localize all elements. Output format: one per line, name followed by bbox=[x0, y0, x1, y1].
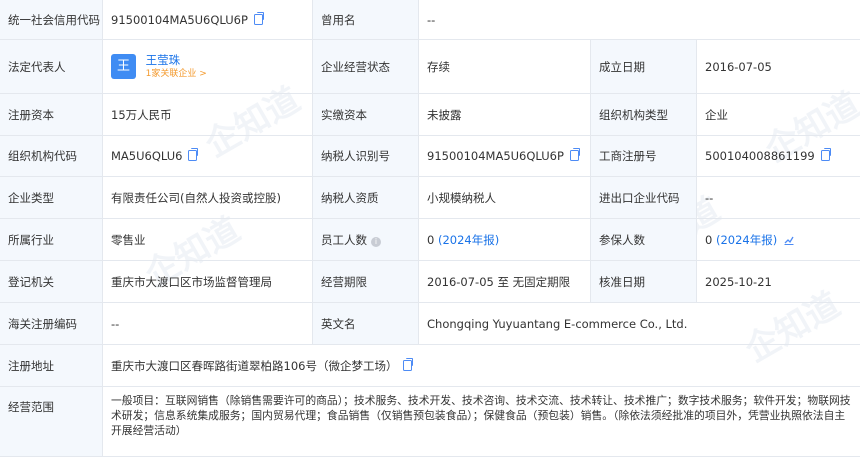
copy-icon[interactable] bbox=[254, 14, 263, 25]
scope-label: 经营范围 bbox=[0, 387, 103, 457]
authority-label: 登记机关 bbox=[0, 261, 103, 303]
insured-cell: 0 (2024年报) bbox=[697, 219, 860, 261]
staff-report-link[interactable]: (2024年报) bbox=[438, 233, 499, 247]
legal-rep-cell: 王 王莹珠 1家关联企业 > bbox=[103, 40, 313, 94]
legal-rep-label: 法定代表人 bbox=[0, 40, 103, 94]
taxpayer-qual-label: 纳税人资质 bbox=[313, 177, 419, 219]
industry-label: 所属行业 bbox=[0, 219, 103, 261]
table-row: 组织机构代码 MA5U6QLU6 纳税人识别号 91500104MA5U6QLU… bbox=[0, 136, 860, 177]
table-row: 注册地址 重庆市大渡口区春晖路街道翠柏路106号（微企梦工场） bbox=[0, 345, 860, 387]
legal-rep-name-link[interactable]: 王莹珠 bbox=[146, 53, 207, 67]
biz-reg-no-value: 500104008861199 bbox=[705, 149, 815, 163]
info-icon[interactable]: i bbox=[371, 237, 381, 247]
table-row: 注册资本 15万人民币 实缴资本 未披露 组织机构类型 企业 bbox=[0, 94, 860, 136]
reg-capital-value: 15万人民币 bbox=[103, 94, 313, 136]
table-row: 法定代表人 王 王莹珠 1家关联企业 > 企业经营状态 存续 成立日期 2016… bbox=[0, 40, 860, 94]
biz-reg-no-cell: 500104008861199 bbox=[697, 136, 860, 177]
former-name-label: 曾用名 bbox=[313, 0, 419, 40]
copy-icon[interactable] bbox=[403, 360, 412, 371]
staff-label: 员工人数 bbox=[321, 233, 367, 247]
address-value: 重庆市大渡口区春晖路街道翠柏路106号（微企梦工场） bbox=[111, 359, 397, 373]
authority-value: 重庆市大渡口区市场监督管理局 bbox=[103, 261, 313, 303]
address-cell: 重庆市大渡口区春晖路街道翠柏路106号（微企梦工场） bbox=[103, 345, 860, 387]
company-type-value: 有限责任公司(自然人投资或控股) bbox=[103, 177, 313, 219]
english-name-label: 英文名 bbox=[313, 303, 419, 345]
term-label: 经营期限 bbox=[313, 261, 419, 303]
import-export-value: -- bbox=[697, 177, 860, 219]
copy-icon[interactable] bbox=[570, 150, 579, 161]
staff-label-cell: 员工人数 i bbox=[313, 219, 419, 261]
reg-capital-label: 注册资本 bbox=[0, 94, 103, 136]
table-row: 经营范围 一般项目：互联网销售（除销售需要许可的商品）；技术服务、技术开发、技术… bbox=[0, 387, 860, 457]
company-type-label: 企业类型 bbox=[0, 177, 103, 219]
status-label: 企业经营状态 bbox=[313, 40, 419, 94]
status-value: 存续 bbox=[419, 40, 591, 94]
biz-reg-no-label: 工商注册号 bbox=[591, 136, 697, 177]
scope-value: 一般项目：互联网销售（除销售需要许可的商品）；技术服务、技术开发、技术咨询、技术… bbox=[103, 387, 860, 457]
taxpayer-id-cell: 91500104MA5U6QLU6P bbox=[419, 136, 591, 177]
insured-label: 参保人数 bbox=[591, 219, 697, 261]
former-name-value: -- bbox=[419, 0, 860, 40]
est-date-label: 成立日期 bbox=[591, 40, 697, 94]
org-code-cell: MA5U6QLU6 bbox=[103, 136, 313, 177]
staff-value: 0 bbox=[427, 233, 434, 247]
credit-code-label: 统一社会信用代码 bbox=[0, 0, 103, 40]
table-row: 登记机关 重庆市大渡口区市场监督管理局 经营期限 2016-07-05 至 无固… bbox=[0, 261, 860, 303]
org-type-label: 组织机构类型 bbox=[591, 94, 697, 136]
copy-icon[interactable] bbox=[821, 150, 830, 161]
taxpayer-id-value: 91500104MA5U6QLU6P bbox=[427, 149, 564, 163]
insured-value: 0 bbox=[705, 233, 712, 247]
table-row: 企业类型 有限责任公司(自然人投资或控股) 纳税人资质 小规模纳税人 进出口企业… bbox=[0, 177, 860, 219]
import-export-label: 进出口企业代码 bbox=[591, 177, 697, 219]
org-code-value: MA5U6QLU6 bbox=[111, 149, 182, 163]
insured-report-link[interactable]: (2024年报) bbox=[716, 233, 777, 247]
related-companies-link[interactable]: 1家关联企业 > bbox=[146, 67, 207, 81]
paid-capital-value: 未披露 bbox=[419, 94, 591, 136]
trend-chart-icon[interactable] bbox=[784, 236, 794, 245]
table-row: 所属行业 零售业 员工人数 i 0 (2024年报) 参保人数 0 (2024年报… bbox=[0, 219, 860, 261]
english-name-value: Chongqing Yuyuantang E-commerce Co., Ltd… bbox=[419, 303, 860, 345]
customs-code-value: -- bbox=[103, 303, 313, 345]
est-date-value: 2016-07-05 bbox=[697, 40, 860, 94]
approval-date-value: 2025-10-21 bbox=[697, 261, 860, 303]
copy-icon[interactable] bbox=[188, 150, 197, 161]
avatar[interactable]: 王 bbox=[111, 54, 136, 79]
table-row: 海关注册编码 -- 英文名 Chongqing Yuyuantang E-com… bbox=[0, 303, 860, 345]
org-code-label: 组织机构代码 bbox=[0, 136, 103, 177]
term-value: 2016-07-05 至 无固定期限 bbox=[419, 261, 591, 303]
taxpayer-id-label: 纳税人识别号 bbox=[313, 136, 419, 177]
taxpayer-qual-value: 小规模纳税人 bbox=[419, 177, 591, 219]
industry-value: 零售业 bbox=[103, 219, 313, 261]
credit-code-cell: 91500104MA5U6QLU6P bbox=[103, 0, 313, 40]
table-row: 统一社会信用代码 91500104MA5U6QLU6P 曾用名 -- bbox=[0, 0, 860, 40]
company-info-table: 统一社会信用代码 91500104MA5U6QLU6P 曾用名 -- 法定代表人… bbox=[0, 0, 860, 457]
address-label: 注册地址 bbox=[0, 345, 103, 387]
credit-code-value: 91500104MA5U6QLU6P bbox=[111, 13, 248, 27]
staff-cell: 0 (2024年报) bbox=[419, 219, 591, 261]
approval-date-label: 核准日期 bbox=[591, 261, 697, 303]
org-type-value: 企业 bbox=[697, 94, 860, 136]
customs-code-label: 海关注册编码 bbox=[0, 303, 103, 345]
paid-capital-label: 实缴资本 bbox=[313, 94, 419, 136]
